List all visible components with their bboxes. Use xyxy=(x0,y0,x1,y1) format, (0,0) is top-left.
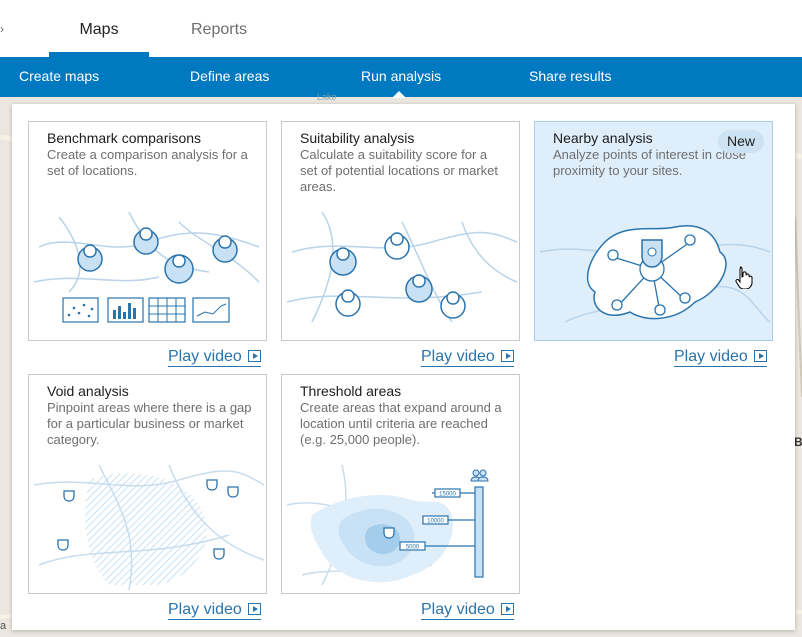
play-video-label: Play video xyxy=(674,348,748,365)
map-place-label: Lake xyxy=(317,92,337,102)
nav-share-results[interactable]: Share results xyxy=(529,57,611,97)
card-threshold-areas[interactable]: Threshold areas Create areas that expand… xyxy=(281,374,520,594)
play-video-label: Play video xyxy=(168,601,242,618)
card-description: Pinpoint areas where there is a gap for … xyxy=(47,400,252,447)
card-suitability-analysis[interactable]: Suitability analysis Calculate a suitabi… xyxy=(281,121,520,341)
left-edge-glyph: › xyxy=(0,22,4,36)
people-icon xyxy=(470,469,489,482)
play-video-link[interactable]: Play video xyxy=(168,600,261,620)
map-edge-label-bottom: a xyxy=(0,620,7,632)
hand-cursor-icon xyxy=(735,266,753,289)
card-title: Suitability analysis xyxy=(300,130,415,146)
card-description: Create areas that expand around a locati… xyxy=(300,400,502,447)
play-video-label: Play video xyxy=(168,348,242,365)
play-icon xyxy=(247,350,261,362)
play-video-label: Play video xyxy=(421,348,495,365)
card-description: Create a comparison analysis for a set o… xyxy=(47,147,248,178)
threshold-illustration-icon: 15000 10000 5000 xyxy=(286,465,489,586)
card-title: Benchmark comparisons xyxy=(47,130,202,146)
tab-reports[interactable]: Reports xyxy=(169,0,269,57)
play-icon xyxy=(753,350,767,362)
card-title: Threshold areas xyxy=(300,383,402,399)
play-video-link[interactable]: Play video xyxy=(421,600,514,620)
card-title: Nearby analysis xyxy=(553,130,653,146)
play-video-link[interactable]: Play video xyxy=(421,347,514,367)
threshold-label-15000: 15000 xyxy=(439,492,456,498)
new-badge: New xyxy=(717,130,764,153)
card-void-analysis[interactable]: Void analysis Pinpoint areas where there… xyxy=(28,374,267,594)
threshold-label-5000: 5000 xyxy=(406,545,420,551)
card-title: Void analysis xyxy=(47,383,129,399)
play-video-link[interactable]: Play video xyxy=(168,347,261,367)
top-tab-bar: › Maps Reports xyxy=(0,0,802,57)
card-nearby-analysis[interactable]: Nearby analysis Analyze points of intere… xyxy=(534,121,773,341)
play-icon xyxy=(500,603,514,615)
suitability-illustration-icon xyxy=(286,212,518,323)
benchmark-illustration-icon xyxy=(33,212,260,323)
nav-define-areas[interactable]: Define areas xyxy=(190,57,269,97)
card-benchmark-comparisons[interactable]: Benchmark comparisons Create a compariso… xyxy=(28,121,267,341)
play-video-label: Play video xyxy=(421,601,495,618)
play-icon xyxy=(500,350,514,362)
map-edge-label: B xyxy=(794,435,802,449)
play-video-link[interactable]: Play video xyxy=(674,347,767,367)
tab-maps[interactable]: Maps xyxy=(49,0,149,57)
void-illustration-icon xyxy=(33,465,265,590)
play-icon xyxy=(247,603,261,615)
nav-create-maps[interactable]: Create maps xyxy=(19,57,99,97)
active-nav-caret xyxy=(392,91,406,98)
analysis-panel: Benchmark comparisons Create a compariso… xyxy=(12,104,795,630)
card-description: Calculate a suitability score for a set … xyxy=(300,147,498,194)
threshold-label-10000: 10000 xyxy=(427,519,444,525)
